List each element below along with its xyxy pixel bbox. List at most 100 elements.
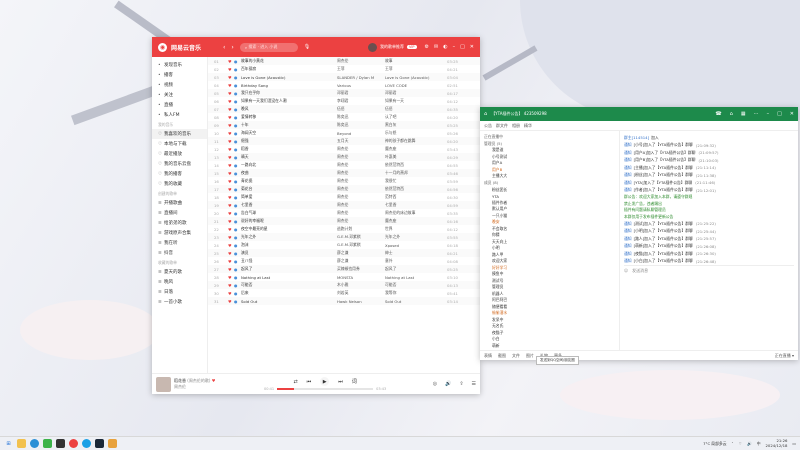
song-artist[interactable]: G.E.M.邓紫棋 <box>337 242 385 248</box>
song-artist[interactable]: 逃跑计划 <box>337 226 385 232</box>
table-row[interactable]: 07 ♥ ● 晚风 伍佰 伍佰 04:35 <box>208 105 480 113</box>
chat-message[interactable]: 通知 [夜猫]加入了【YTA插件公告】群聊 (21:26:30) <box>624 250 794 258</box>
song-album[interactable]: Xposed <box>385 243 447 248</box>
sidebar-item[interactable]: • 直播 <box>152 100 207 110</box>
download-icon[interactable]: ● <box>234 107 241 112</box>
close-icon[interactable]: ✕ <box>790 111 794 117</box>
song-album[interactable]: 叶惠美 <box>385 154 447 160</box>
maximize-icon[interactable]: □ <box>777 111 782 117</box>
song-title[interactable]: 可能否 <box>241 282 337 288</box>
chat-message[interactable]: 通知 [萌新]加入了【YTA插件公告】群聊 (21:26:08) <box>624 243 794 251</box>
song-album[interactable]: 魔杰座 <box>385 218 447 224</box>
username[interactable]: 我的歌单推荐 <box>380 44 404 50</box>
qq-tab[interactable]: 群文件 <box>496 123 508 129</box>
browser-icon[interactable] <box>30 439 39 448</box>
table-row[interactable]: 11 ♥ ● 倔强 五月天 神的孩子都在跳舞 04:20 <box>208 137 480 145</box>
table-row[interactable]: 22 ♥ ● 夜空中最亮的星 逃跑计划 世界 04:12 <box>208 225 480 233</box>
song-title[interactable]: 爱情转移 <box>241 114 337 120</box>
song-title[interactable]: 菊花台 <box>241 186 337 192</box>
mail-icon[interactable]: ✉ <box>434 44 438 50</box>
sidebar-item[interactable]: ♡ 我的播客 <box>152 169 207 179</box>
network-icon[interactable]: ⌔ <box>738 441 742 447</box>
toolbar-button[interactable]: 图片 <box>526 353 534 359</box>
table-row[interactable]: 29 ♥ ● 可能否 木小雅 可能否 04:13 <box>208 281 480 289</box>
download-icon[interactable]: ● <box>234 267 241 272</box>
song-album[interactable]: 魔杰座 <box>385 146 447 152</box>
message-sender[interactable]: 通知 <box>624 221 632 227</box>
sidebar-item[interactable]: • 关注 <box>152 90 207 100</box>
download-icon[interactable]: ● <box>234 171 241 176</box>
song-album[interactable]: 绅士 <box>385 250 447 256</box>
qq-tab[interactable]: 精华 <box>524 123 532 129</box>
song-title[interactable]: 如果有一天我们湮没在人潮 <box>241 98 337 104</box>
vip-badge[interactable]: VIP <box>406 45 417 49</box>
song-title[interactable]: 晚风 <box>241 106 337 112</box>
song-artist[interactable]: 薛之谦 <box>337 250 385 256</box>
song-title[interactable]: 告白气球 <box>241 210 337 216</box>
table-row[interactable]: 16 ♥ ● 青花瓷 周杰伦 我很忙 03:59 <box>208 177 480 185</box>
table-row[interactable]: 21 ♥ ● 说好的幸福呢 周杰伦 魔杰座 04:16 <box>208 217 480 225</box>
table-row[interactable]: 05 ♥ ● 我只在乎你 邓丽君 邓丽君 04:17 <box>208 89 480 97</box>
download-icon[interactable]: ● <box>234 139 241 144</box>
download-icon[interactable]: ● <box>234 259 241 264</box>
sidebar-item[interactable]: • 发现音乐 <box>152 60 207 70</box>
song-title[interactable]: Birthday Song <box>241 83 337 88</box>
playlist-item[interactable]: ≡ 开播歌曲 <box>152 198 207 208</box>
windows-start-icon[interactable]: ⊞ <box>4 439 13 448</box>
song-title[interactable]: 百年孤寂 <box>241 66 337 72</box>
download-icon[interactable]: ● <box>234 91 241 96</box>
qq-icon[interactable] <box>82 439 91 448</box>
table-row[interactable]: 28 ♥ ● Nothing at Last MONSTA Nothing at Last… <box>208 273 480 281</box>
chat-message[interactable]: 通知 [路人]加入了【YTA插件公告】群聊 (21:25:57) <box>624 235 794 243</box>
song-album[interactable]: 七里香 <box>385 202 447 208</box>
avatar[interactable] <box>367 42 377 52</box>
song-artist[interactable]: 周杰伦 <box>337 154 385 160</box>
toolbar-button[interactable]: 表情 <box>484 353 492 359</box>
song-album[interactable]: 光年之外 <box>385 234 447 240</box>
table-row[interactable]: 13 ♥ ● 晴天 周杰伦 叶惠美 04:29 <box>208 153 480 161</box>
song-artist[interactable]: 伍佰 <box>337 106 385 112</box>
weather-text[interactable]: 7°C 局部多云 <box>703 441 726 447</box>
download-icon[interactable]: ● <box>234 155 241 160</box>
song-title[interactable]: 一路向北 <box>241 162 337 168</box>
table-row[interactable]: 27 ♥ ● 起风了 买辣椒也用券 起风了 05:25 <box>208 265 480 273</box>
download-icon[interactable]: ● <box>234 99 241 104</box>
toolbar-button[interactable]: 截图 <box>498 353 506 359</box>
settings-icon[interactable]: ⚙ <box>425 44 429 50</box>
song-title[interactable]: 夜空中最亮的星 <box>241 226 337 232</box>
message-sender[interactable]: 通知 <box>624 236 632 242</box>
chat-message[interactable]: 通知 [主播]加入了【YTA插件公告】群聊 (21:11:14) <box>624 164 794 172</box>
sidebar-item[interactable]: • 播客 <box>152 70 207 80</box>
song-album[interactable]: 故事 <box>385 58 447 64</box>
song-album[interactable]: 依然范特西 <box>385 162 447 168</box>
download-icon[interactable]: ● <box>234 283 241 288</box>
download-icon[interactable]: ● <box>234 59 241 64</box>
song-artist[interactable]: 邓丽君 <box>337 90 385 96</box>
song-title[interactable]: 七里香 <box>241 202 337 208</box>
table-row[interactable]: 24 ♥ ● 泡沫 G.E.M.邓紫棋 Xposed 04:18 <box>208 241 480 249</box>
playlist-item[interactable]: ≡ 给弟弟的歌 <box>152 218 207 228</box>
song-title[interactable]: 演员 <box>241 250 337 256</box>
download-icon[interactable]: ● <box>234 219 241 224</box>
song-artist[interactable]: G.E.M.邓紫棋 <box>337 234 385 240</box>
table-row[interactable]: 26 ♥ ● 丑八怪 薛之谦 意外 04:08 <box>208 257 480 265</box>
minimize-icon[interactable]: – <box>767 111 770 117</box>
song-title[interactable]: 故事的小黄花 <box>241 58 337 64</box>
download-icon[interactable]: ● <box>234 195 241 200</box>
sidebar-item[interactable]: ♡ 我的音乐云盘 <box>152 159 207 169</box>
song-album[interactable]: 可能否 <box>385 282 447 288</box>
table-row[interactable]: 31 ♥ ● Sold Out Hawk Nelson Sold Out 03:14 <box>208 297 480 305</box>
play-button[interactable]: ▶ <box>320 377 330 386</box>
table-row[interactable]: 09 ♥ ● 十年 陈奕迅 黑白灰 03:25 <box>208 121 480 129</box>
song-album[interactable]: LOVE CODE <box>385 83 447 88</box>
download-icon[interactable]: ● <box>234 251 241 256</box>
sidebar-item[interactable]: ♡ 最近播放 <box>152 149 207 159</box>
download-icon[interactable]: ● <box>234 187 241 192</box>
play-mode-icon[interactable]: ⇄ <box>293 379 297 385</box>
song-album[interactable]: 范特西 <box>385 194 447 200</box>
song-title[interactable]: 倔强 <box>241 138 337 144</box>
song-title[interactable]: 起风了 <box>241 266 337 272</box>
download-icon[interactable]: ● <box>234 131 241 136</box>
song-album[interactable]: Nothing at Last <box>385 275 447 280</box>
playlist-item[interactable]: ≡ 一首小歌 <box>152 297 207 307</box>
